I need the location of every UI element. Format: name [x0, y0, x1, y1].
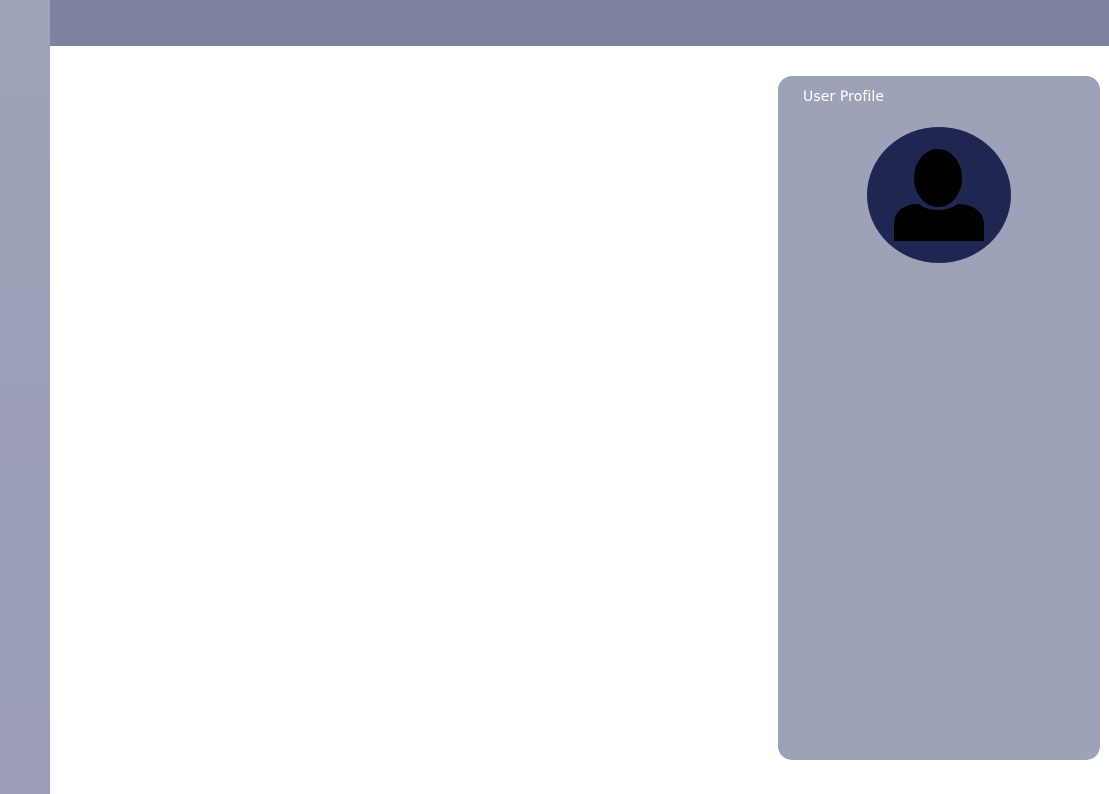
top-bar: [50, 0, 1109, 46]
user-profile-panel: User Profile: [778, 76, 1100, 760]
app-window: User Profile: [0, 0, 1109, 794]
user-silhouette-icon: [894, 149, 984, 241]
profile-title: User Profile: [803, 89, 885, 105]
sidebar: [0, 0, 50, 794]
avatar[interactable]: [867, 127, 1011, 263]
